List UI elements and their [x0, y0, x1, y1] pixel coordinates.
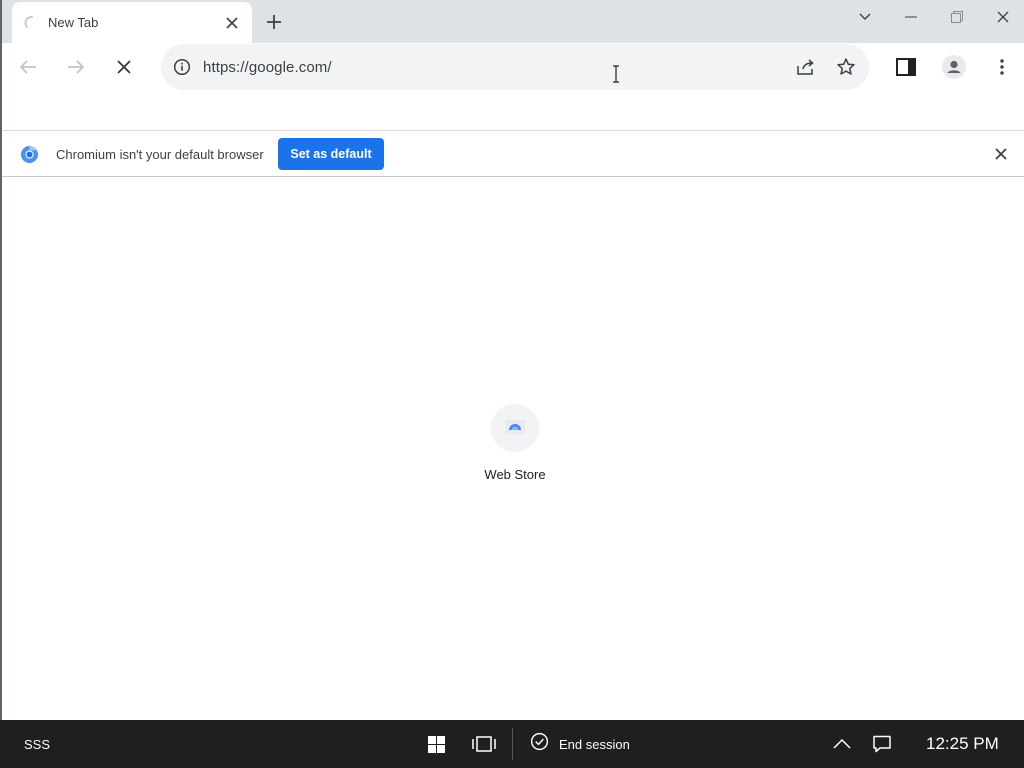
task-view-icon[interactable] [470, 732, 498, 756]
chromium-logo-icon [20, 145, 39, 164]
site-info-icon[interactable] [172, 57, 192, 77]
web-store-icon [503, 414, 527, 443]
windows-start-icon[interactable] [424, 732, 448, 756]
tab-strip: New Tab [2, 0, 1024, 43]
close-window-icon[interactable] [980, 2, 1024, 32]
side-panel-icon[interactable] [892, 53, 920, 81]
taskbar-clock: 12:25 PM [926, 734, 999, 753]
address-bar[interactable]: https://google.com/ [161, 44, 869, 90]
taskbar: SSS End session 12:25 PM [0, 720, 1024, 768]
minimize-icon[interactable] [888, 2, 934, 32]
new-tab-page: Web Store [2, 177, 1024, 720]
tab-close-icon[interactable] [220, 11, 244, 35]
browser-window: New Tab https://google.com/ Chromium isn… [0, 0, 1024, 720]
tab-title: New Tab [48, 15, 99, 30]
session-user-label: SSS [24, 737, 51, 752]
check-circle-icon [530, 732, 549, 756]
default-browser-infobar: Chromium isn't your default browser Set … [2, 131, 1024, 177]
shortcut-label: Web Store [484, 467, 546, 482]
share-icon[interactable] [795, 56, 817, 78]
profile-avatar-icon[interactable] [940, 53, 968, 81]
restore-icon[interactable] [934, 2, 980, 32]
bookmarks-bar-area [2, 91, 1024, 131]
forward-arrow-icon[interactable] [62, 53, 90, 81]
shortcut-web-store[interactable]: Web Store [475, 404, 555, 488]
back-arrow-icon[interactable] [14, 53, 42, 81]
stop-loading-icon[interactable] [110, 53, 138, 81]
loading-spinner-icon [24, 15, 40, 31]
address-url[interactable]: https://google.com/ [203, 59, 332, 76]
more-menu-icon[interactable] [988, 53, 1016, 81]
tab-search-chevron-down-icon[interactable] [842, 2, 888, 32]
tray-chevron-up-icon[interactable] [830, 732, 854, 756]
tab-new-tab[interactable]: New Tab [12, 2, 252, 43]
toolbar: https://google.com/ [2, 43, 1024, 91]
end-session-button[interactable]: End session [530, 732, 630, 756]
infobar-message: Chromium isn't your default browser [56, 147, 264, 162]
end-session-label: End session [559, 736, 630, 752]
bookmark-star-icon[interactable] [835, 56, 857, 78]
new-tab-plus-icon[interactable] [260, 8, 288, 36]
notification-icon[interactable] [870, 732, 894, 756]
taskbar-divider [512, 728, 513, 760]
shortcut-tile[interactable] [491, 404, 539, 452]
set-as-default-button[interactable]: Set as default [278, 138, 384, 170]
infobar-close-icon[interactable] [990, 143, 1012, 165]
text-cursor-icon [612, 65, 620, 83]
